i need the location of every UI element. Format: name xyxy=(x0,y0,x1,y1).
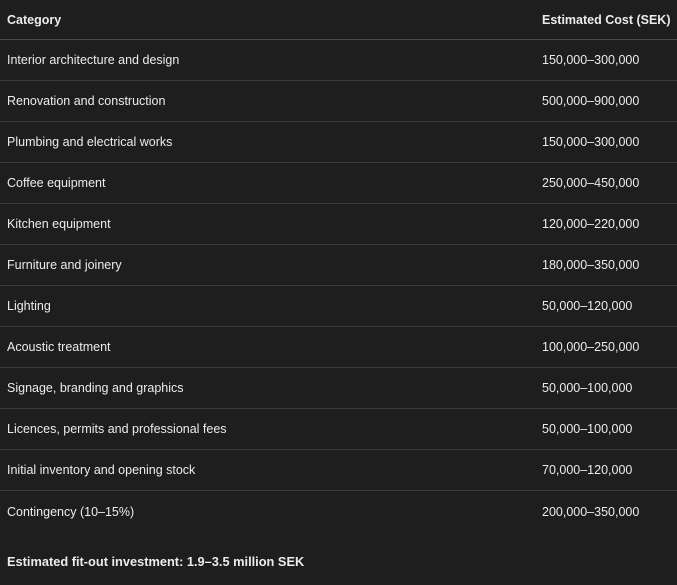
category-cell: Coffee equipment xyxy=(7,176,106,190)
column-header-cost: Estimated Cost (SEK) xyxy=(542,12,671,27)
table-row: Renovation and construction 500,000–900,… xyxy=(0,81,677,122)
category-cell: Acoustic treatment xyxy=(7,340,111,354)
category-cell: Interior architecture and design xyxy=(7,53,180,67)
table-row: Signage, branding and graphics 50,000–10… xyxy=(0,368,677,409)
investment-summary: Estimated fit-out investment: 1.9–3.5 mi… xyxy=(7,554,305,569)
table-header-row: Category Estimated Cost (SEK) xyxy=(0,0,677,40)
cost-cell: 70,000–120,000 xyxy=(542,463,633,477)
table-row: Kitchen equipment 120,000–220,000 xyxy=(0,204,677,245)
cost-cell: 100,000–250,000 xyxy=(542,340,640,354)
table-row: Plumbing and electrical works 150,000–30… xyxy=(0,122,677,163)
table-row: Acoustic treatment 100,000–250,000 xyxy=(0,327,677,368)
cost-cell: 250,000–450,000 xyxy=(542,176,640,190)
cost-cell: 180,000–350,000 xyxy=(542,258,640,272)
cost-cell: 500,000–900,000 xyxy=(542,94,640,108)
cost-cell: 150,000–300,000 xyxy=(542,135,640,149)
table-row: Lighting 50,000–120,000 xyxy=(0,286,677,327)
cost-cell: 50,000–100,000 xyxy=(542,422,633,436)
category-cell: Licences, permits and professional fees xyxy=(7,422,227,436)
table-row: Contingency (10–15%) 200,000–350,000 xyxy=(0,491,677,532)
cost-cell: 150,000–300,000 xyxy=(542,53,640,67)
category-cell: Contingency (10–15%) xyxy=(7,504,135,519)
category-cell: Renovation and construction xyxy=(7,94,166,108)
table-row: Licences, permits and professional fees … xyxy=(0,409,677,450)
category-cell: Plumbing and electrical works xyxy=(7,135,173,149)
cost-cell: 200,000–350,000 xyxy=(542,504,640,519)
cost-cell: 50,000–100,000 xyxy=(542,381,633,395)
table-row: Initial inventory and opening stock 70,0… xyxy=(0,450,677,491)
category-cell: Furniture and joinery xyxy=(7,258,122,272)
cost-table: Category Estimated Cost (SEK) Interior a… xyxy=(0,0,677,532)
cost-cell: 50,000–120,000 xyxy=(542,299,633,313)
table-row: Interior architecture and design 150,000… xyxy=(0,40,677,81)
category-cell: Kitchen equipment xyxy=(7,217,111,231)
table-row: Furniture and joinery 180,000–350,000 xyxy=(0,245,677,286)
table-row: Coffee equipment 250,000–450,000 xyxy=(0,163,677,204)
category-cell: Signage, branding and graphics xyxy=(7,381,184,395)
column-header-category: Category xyxy=(7,12,62,27)
category-cell: Initial inventory and opening stock xyxy=(7,463,196,477)
cost-cell: 120,000–220,000 xyxy=(542,217,640,231)
category-cell: Lighting xyxy=(7,299,51,313)
